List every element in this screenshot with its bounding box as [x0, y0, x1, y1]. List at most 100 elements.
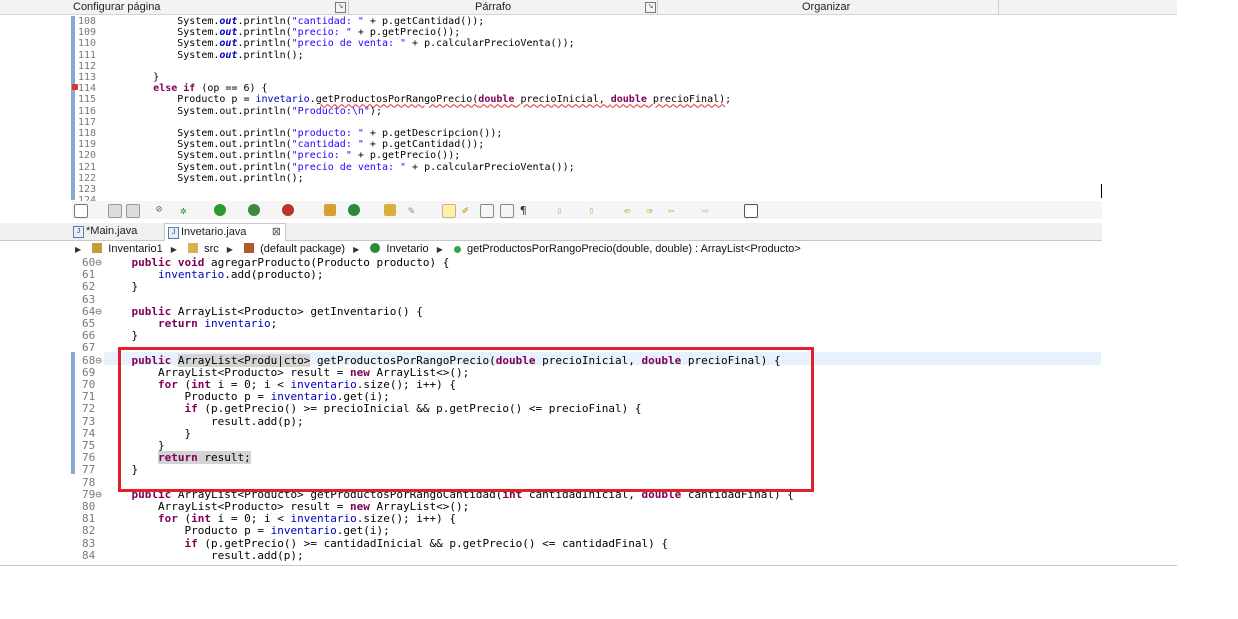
- forward-icon[interactable]: ⇨: [702, 204, 714, 217]
- breadcrumb: ▶ Inventario1 ▶ src ▶ (default package) …: [70, 242, 801, 257]
- java-file-icon: J: [73, 226, 84, 238]
- tab-label: *Main.java: [86, 225, 138, 237]
- line-number: 78: [82, 475, 96, 489]
- line-number: 63: [82, 292, 96, 306]
- toggle-mark-occurrences-icon[interactable]: [442, 204, 456, 218]
- line-number: 112: [78, 60, 97, 72]
- ribbon-group-organizar[interactable]: Organizar: [802, 0, 850, 14]
- toggle-highlight-icon[interactable]: ✐: [462, 204, 474, 217]
- code-line[interactable]: }: [105, 329, 138, 342]
- change-ruler: [71, 16, 75, 200]
- line-number: 118: [78, 128, 97, 139]
- save-all-icon[interactable]: [126, 204, 140, 218]
- code-line[interactable]: }: [105, 72, 159, 83]
- method-icon: [453, 246, 461, 253]
- line-number: 62: [82, 280, 96, 294]
- line-number: 116: [78, 105, 97, 117]
- new-icon[interactable]: [74, 204, 88, 218]
- next-annotation-icon[interactable]: ⇩: [556, 204, 568, 217]
- pin-editor-icon[interactable]: [744, 204, 758, 218]
- line-number: 117: [78, 116, 97, 128]
- code-line[interactable]: System.out.println("precio de venta: " +…: [105, 38, 574, 49]
- line-number: 114: [78, 83, 97, 95]
- editor-tabs: J *Main.java J Invetario.java ⊠: [0, 223, 1102, 241]
- line-number: 122: [78, 172, 97, 184]
- tab-main-java[interactable]: J *Main.java: [70, 223, 166, 240]
- previous-annotation-icon[interactable]: ⇧: [588, 204, 600, 217]
- breadcrumb-src[interactable]: src: [204, 243, 219, 255]
- dialog-launcher-icon[interactable]: ↘: [335, 2, 346, 13]
- tab-invetario-java[interactable]: J Invetario.java ⊠: [164, 223, 286, 241]
- line-number: 109: [78, 27, 97, 39]
- debug-icon[interactable]: ✲: [180, 204, 192, 217]
- line-number: 115: [78, 94, 97, 106]
- line-number: 68⊖: [82, 353, 102, 367]
- code-line[interactable]: Producto p = inventario.get(i);: [105, 525, 389, 537]
- java-file-icon: J: [168, 227, 179, 239]
- text-caret: [1101, 184, 1102, 198]
- new-java-icon[interactable]: [348, 204, 360, 216]
- pilcrow-icon[interactable]: ¶: [520, 204, 532, 217]
- skip-breakpoints-icon[interactable]: ⊘: [156, 204, 168, 216]
- line-number: 73: [82, 414, 96, 428]
- back-icon[interactable]: ⇦: [668, 204, 680, 217]
- code-line[interactable]: }: [105, 281, 138, 293]
- tab-label: Invetario.java: [181, 226, 247, 238]
- source-folder-icon: [188, 243, 198, 253]
- code-line[interactable]: result.add(p);: [105, 549, 304, 562]
- ribbon-separator: [998, 0, 999, 14]
- breadcrumb-class[interactable]: Invetario: [386, 243, 428, 255]
- forward-edit-icon[interactable]: ⇛: [646, 204, 658, 217]
- block-selection-icon[interactable]: [480, 204, 494, 218]
- search-icon[interactable]: ✎: [408, 204, 420, 217]
- code-line[interactable]: System.out.println();: [105, 173, 303, 184]
- code-line[interactable]: if (p.getPrecio() >= cantidadInicial && …: [105, 537, 667, 550]
- class-icon: [370, 243, 381, 253]
- line-number: 84: [82, 548, 96, 562]
- chevron-right-icon: ▶: [170, 245, 177, 254]
- error-marker-icon: [72, 84, 78, 90]
- ribbon-separator: [657, 0, 658, 14]
- ribbon-bar: Configurar página ↘ Párrafo ↘ Organizar: [0, 0, 1177, 15]
- code-line[interactable]: System.out.println("cantidad: " + p.getC…: [105, 16, 484, 27]
- line-number: 113: [78, 72, 97, 83]
- chevron-right-icon: ▶: [226, 245, 233, 254]
- show-whitespace-icon[interactable]: [500, 204, 514, 218]
- code-line[interactable]: System.out.println("precio: " + p.getPre…: [105, 27, 460, 38]
- coverage-icon[interactable]: [248, 204, 260, 216]
- save-icon[interactable]: [108, 204, 122, 218]
- line-number: 67: [82, 341, 96, 355]
- line-number: 108: [78, 16, 97, 27]
- editor-bottom-border: [0, 565, 1177, 566]
- line-number: 82: [82, 524, 96, 538]
- code-line[interactable]: System.out.println("precio: " + p.getPre…: [105, 150, 460, 161]
- line-number: 110: [78, 38, 97, 50]
- run-icon[interactable]: [214, 204, 226, 216]
- eclipse-toolbar: ⊘ ✲ ✎ ✐ ¶ ⇩ ⇧ ⇚ ⇛ ⇦ ⇨: [72, 201, 1102, 219]
- dialog-launcher-icon[interactable]: ↘: [645, 2, 656, 13]
- ribbon-group-parrafo[interactable]: Párrafo: [475, 0, 511, 14]
- line-number: 121: [78, 161, 97, 173]
- ribbon-group-configurar-pagina[interactable]: Configurar página: [73, 0, 160, 14]
- close-icon[interactable]: ⊠: [272, 224, 281, 241]
- code-line[interactable]: System.out.println("producto: " + p.getD…: [105, 128, 502, 139]
- code-line[interactable]: Producto p = invetario.getProductosPorRa…: [105, 94, 731, 105]
- change-ruler: [71, 352, 75, 474]
- open-type-icon[interactable]: [384, 204, 396, 216]
- external-tools-icon[interactable]: [282, 204, 294, 216]
- breadcrumb-project[interactable]: Inventario1: [108, 243, 162, 255]
- new-class-icon[interactable]: [324, 204, 336, 216]
- code-line[interactable]: System.out.println("cantidad: " + p.getC…: [105, 139, 484, 150]
- code-line[interactable]: System.out.println("precio de venta: " +…: [105, 162, 574, 173]
- code-line[interactable]: System.out.println("Producto:\n");: [105, 106, 382, 117]
- line-number: 72: [82, 402, 96, 416]
- line-number: 77: [82, 463, 96, 477]
- code-line[interactable]: else if (op == 6) {: [105, 83, 267, 94]
- breadcrumb-method[interactable]: getProductosPorRangoPrecio(double, doubl…: [467, 243, 801, 255]
- breadcrumb-package[interactable]: (default package): [260, 243, 345, 255]
- red-highlight-box: [118, 347, 814, 492]
- code-line[interactable]: System.out.println();: [105, 50, 303, 61]
- chevron-right-icon: ▶: [75, 245, 82, 254]
- line-number: 119: [78, 139, 97, 151]
- last-edit-icon[interactable]: ⇚: [624, 204, 636, 217]
